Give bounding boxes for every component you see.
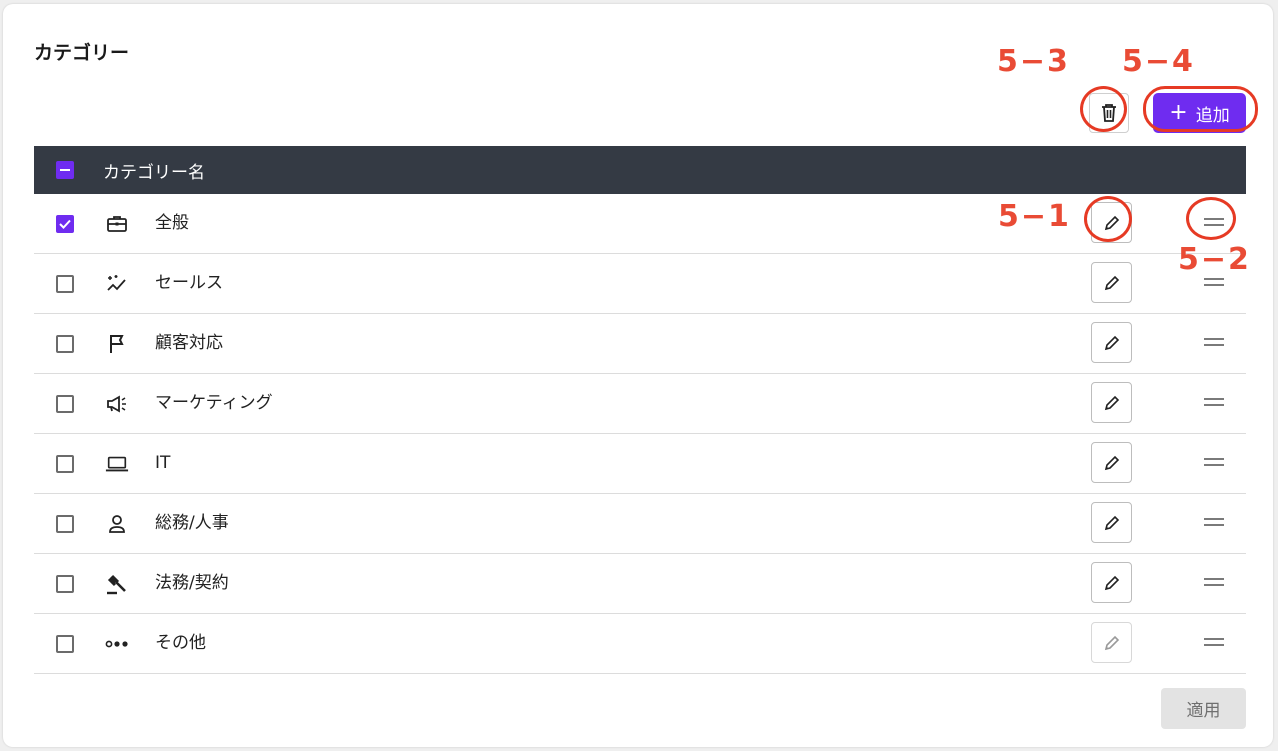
category-name: 総務/人事 bbox=[155, 513, 229, 533]
flag-icon bbox=[105, 332, 129, 356]
drag-handle-icon[interactable] bbox=[1204, 578, 1224, 588]
drag-handle-icon[interactable] bbox=[1204, 278, 1224, 288]
category-name: 顧客対応 bbox=[155, 333, 223, 353]
row-checkbox[interactable] bbox=[56, 514, 74, 533]
select-all-checkbox[interactable] bbox=[56, 161, 74, 179]
page-title: カテゴリー bbox=[34, 42, 130, 64]
table-row: その他 bbox=[34, 614, 1246, 674]
edit-button[interactable] bbox=[1091, 262, 1132, 303]
row-checkbox[interactable] bbox=[56, 454, 74, 473]
annotation-label-5-4: 5−4 bbox=[1122, 44, 1195, 79]
annotation-ring-5-4 bbox=[1143, 86, 1258, 132]
row-checkbox[interactable] bbox=[56, 274, 74, 293]
table-row: セールス bbox=[34, 254, 1246, 314]
megaphone-icon bbox=[105, 392, 129, 416]
apply-button[interactable]: 適用 bbox=[1161, 688, 1246, 729]
category-name: その他 bbox=[155, 633, 206, 653]
edit-button[interactable] bbox=[1091, 442, 1132, 483]
edit-button[interactable] bbox=[1091, 562, 1132, 603]
drag-handle-icon[interactable] bbox=[1204, 518, 1224, 528]
sparkle-chart-icon bbox=[105, 272, 129, 296]
annotation-label-5-1: 5−1 bbox=[998, 199, 1071, 234]
pencil-icon bbox=[1104, 275, 1119, 290]
more-dots-icon bbox=[105, 632, 129, 656]
annotation-ring-5-2 bbox=[1186, 197, 1236, 240]
edit-button[interactable] bbox=[1091, 322, 1132, 363]
briefcase-icon bbox=[105, 212, 129, 236]
row-checkbox[interactable] bbox=[56, 634, 74, 653]
table-header: カテゴリー名 bbox=[34, 146, 1246, 194]
category-name: マーケティング bbox=[155, 393, 273, 413]
drag-handle-icon[interactable] bbox=[1204, 638, 1224, 648]
pencil-icon bbox=[1104, 335, 1119, 350]
pencil-icon bbox=[1104, 575, 1119, 590]
table-row: IT bbox=[34, 434, 1246, 494]
pencil-icon bbox=[1104, 515, 1119, 530]
gavel-icon bbox=[105, 572, 129, 596]
pencil-icon bbox=[1104, 455, 1119, 470]
edit-button[interactable] bbox=[1091, 382, 1132, 423]
annotation-ring-5-1 bbox=[1084, 196, 1132, 242]
person-icon bbox=[105, 512, 129, 536]
row-checkbox[interactable] bbox=[56, 334, 74, 353]
row-checkbox[interactable] bbox=[56, 574, 74, 593]
table-row: 総務/人事 bbox=[34, 494, 1246, 554]
laptop-icon bbox=[105, 452, 129, 476]
annotation-ring-5-3 bbox=[1080, 86, 1127, 132]
table-row: 顧客対応 bbox=[34, 314, 1246, 374]
category-name: 法務/契約 bbox=[155, 573, 229, 593]
row-checkbox[interactable] bbox=[56, 394, 74, 413]
drag-handle-icon[interactable] bbox=[1204, 458, 1224, 468]
drag-handle-icon[interactable] bbox=[1204, 398, 1224, 408]
table-row: 法務/契約 bbox=[34, 554, 1246, 614]
column-header-category-name: カテゴリー名 bbox=[103, 162, 205, 183]
row-checkbox[interactable] bbox=[56, 214, 74, 233]
edit-button[interactable] bbox=[1091, 622, 1132, 663]
category-name: セールス bbox=[155, 273, 223, 293]
pencil-icon bbox=[1104, 395, 1119, 410]
pencil-icon bbox=[1104, 635, 1119, 650]
edit-button[interactable] bbox=[1091, 502, 1132, 543]
drag-handle-icon[interactable] bbox=[1204, 338, 1224, 348]
table-row: マーケティング bbox=[34, 374, 1246, 434]
category-name: 全般 bbox=[155, 213, 189, 233]
annotation-label-5-2: 5−2 bbox=[1178, 242, 1251, 277]
annotation-label-5-3: 5−3 bbox=[997, 44, 1070, 79]
category-name: IT bbox=[155, 453, 171, 473]
check-icon bbox=[59, 219, 71, 229]
